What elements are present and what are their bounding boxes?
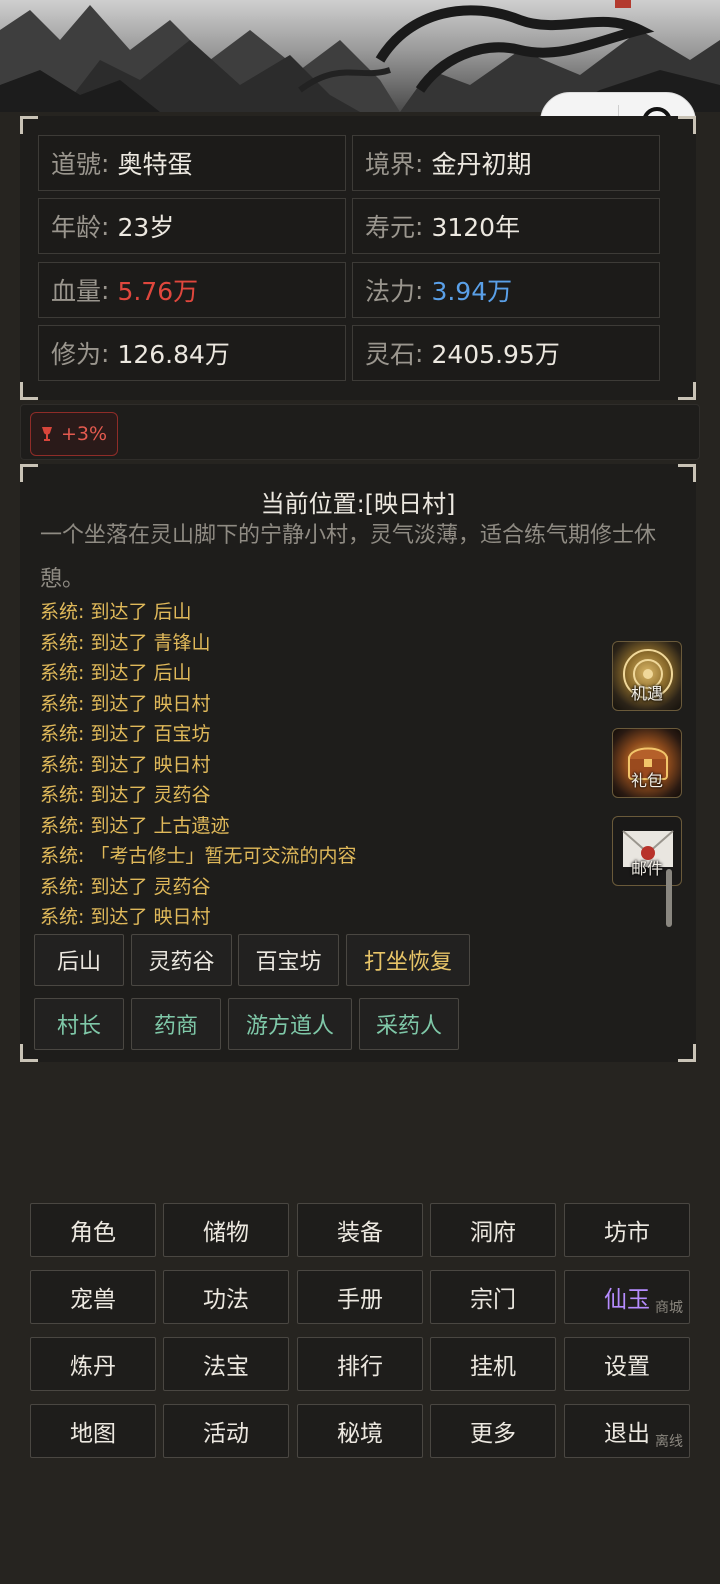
gift-label: 礼包 xyxy=(630,771,663,790)
menu-manual-button[interactable]: 手册 xyxy=(297,1270,423,1324)
npc-wandering-taoist-button[interactable]: 游方道人 xyxy=(228,998,352,1050)
log-line: 系统: 到达了 后山 xyxy=(40,662,192,684)
goto-houshan-button[interactable]: 后山 xyxy=(34,934,124,986)
buff-text: +3% xyxy=(60,423,108,445)
menu-settings-button[interactable]: 设置 xyxy=(564,1337,690,1391)
npc-herb-merchant-button[interactable]: 药商 xyxy=(131,998,221,1050)
stat-mana: 法力: 3.94万 xyxy=(352,262,660,318)
log-line: 系统: 到达了 映日村 xyxy=(40,753,211,776)
gift-button[interactable]: 礼包 xyxy=(612,728,682,798)
log-line: 系统: 「考古修士」暂无可交流的内容 xyxy=(40,845,357,867)
log-line: 系统: 到达了 灵药谷 xyxy=(40,875,211,898)
menu-secret-realm-button[interactable]: 秘境 xyxy=(297,1404,423,1458)
npc-village-chief-button[interactable]: 村长 xyxy=(34,998,124,1050)
chance-button[interactable]: 机遇 xyxy=(612,641,682,711)
cultivation-value: 126.84万 xyxy=(117,340,230,369)
goto-lingyaogu-button[interactable]: 灵药谷 xyxy=(131,934,232,986)
logout-label: 退出 xyxy=(604,1421,650,1447)
hp-value: 5.76万 xyxy=(117,277,199,306)
stat-spirit-stone: 灵石: 2405.95万 xyxy=(352,325,660,381)
log-line: 系统: 到达了 后山 xyxy=(40,601,192,623)
menu-logout-button[interactable]: 退出 离线 xyxy=(564,1404,690,1458)
menu-jade-shop-button[interactable]: 仙玉 商城 xyxy=(564,1270,690,1324)
stat-cultivation: 修为: 126.84万 xyxy=(38,325,346,381)
menu-alchemy-button[interactable]: 炼丹 xyxy=(30,1337,156,1391)
log-line: 系统: 到达了 映日村 xyxy=(40,692,211,715)
stat-lifespan: 寿元: 3120年 xyxy=(352,198,660,254)
menu-role-button[interactable]: 角色 xyxy=(30,1203,156,1257)
realm-value: 金丹初期 xyxy=(431,150,532,179)
offline-sublabel: 离线 xyxy=(655,1434,683,1450)
log-line: 系统: 到达了 灵药谷 xyxy=(40,784,211,806)
location-panel: 当前位置:[映日村] 一个坐落在灵山脚下的宁静小村，灵气淡薄，适合练气期修士休憩… xyxy=(20,464,696,1062)
log-line: 系统: 到达了 上古遗迹 xyxy=(40,814,230,837)
menu-idle-button[interactable]: 挂机 xyxy=(430,1337,556,1391)
menu-market-button[interactable]: 坊市 xyxy=(564,1203,690,1257)
age-value: 23岁 xyxy=(117,213,175,242)
buff-badge[interactable]: +3% xyxy=(30,412,118,456)
log-line: 系统: 到达了 映日村 xyxy=(40,906,211,928)
jade-label: 仙玉 xyxy=(604,1287,650,1313)
menu-sect-button[interactable]: 宗门 xyxy=(430,1270,556,1324)
menu-storage-button[interactable]: 储物 xyxy=(163,1203,289,1257)
spirit-stone-value: 2405.95万 xyxy=(431,340,560,369)
log-scrollbar[interactable] xyxy=(666,869,672,927)
stat-hp: 血量: 5.76万 xyxy=(38,262,346,318)
menu-more-button[interactable]: 更多 xyxy=(430,1404,556,1458)
buff-bar: +3% xyxy=(20,404,700,460)
menu-cave-button[interactable]: 洞府 xyxy=(430,1203,556,1257)
lifespan-value: 3120年 xyxy=(431,213,521,242)
seal-stamp xyxy=(615,0,631,8)
goto-baibaofang-button[interactable]: 百宝坊 xyxy=(238,934,339,986)
shop-sublabel: 商城 xyxy=(655,1300,683,1316)
stat-realm: 境界: 金丹初期 xyxy=(352,135,660,191)
stat-age: 年龄: 23岁 xyxy=(38,198,346,254)
menu-artifact-button[interactable]: 法宝 xyxy=(163,1337,289,1391)
message-log: 系统: 到达了 后山 系统: 到达了 青锋山 系统: 到达了 后山 系统: 到达… xyxy=(40,597,600,933)
npc-herb-gatherer-button[interactable]: 采药人 xyxy=(359,998,459,1050)
mana-value: 3.94万 xyxy=(431,277,513,306)
meditate-recover-button[interactable]: 打坐恢复 xyxy=(346,934,470,986)
menu-events-button[interactable]: 活动 xyxy=(163,1404,289,1458)
menu-skill-button[interactable]: 功法 xyxy=(163,1270,289,1324)
menu-equipment-button[interactable]: 装备 xyxy=(297,1203,423,1257)
character-stats-panel: 道號: 奥特蛋 境界: 金丹初期 年龄: 23岁 寿元: 3120年 血量: 5… xyxy=(20,116,696,400)
log-line: 系统: 到达了 百宝坊 xyxy=(40,723,211,745)
menu-ranking-button[interactable]: 排行 xyxy=(297,1337,423,1391)
location-description: 一个坐落在灵山脚下的宁静小村，灵气淡薄，适合练气期修士休憩。 xyxy=(40,523,657,592)
menu-pet-button[interactable]: 宠兽 xyxy=(30,1270,156,1324)
chance-label: 机遇 xyxy=(630,684,663,703)
menu-map-button[interactable]: 地图 xyxy=(30,1404,156,1458)
goblet-icon xyxy=(41,427,52,441)
log-line: 系统: 到达了 青锋山 xyxy=(40,631,211,654)
stat-dao-name: 道號: 奥特蛋 xyxy=(38,135,346,191)
dao-name-value: 奥特蛋 xyxy=(117,150,193,179)
